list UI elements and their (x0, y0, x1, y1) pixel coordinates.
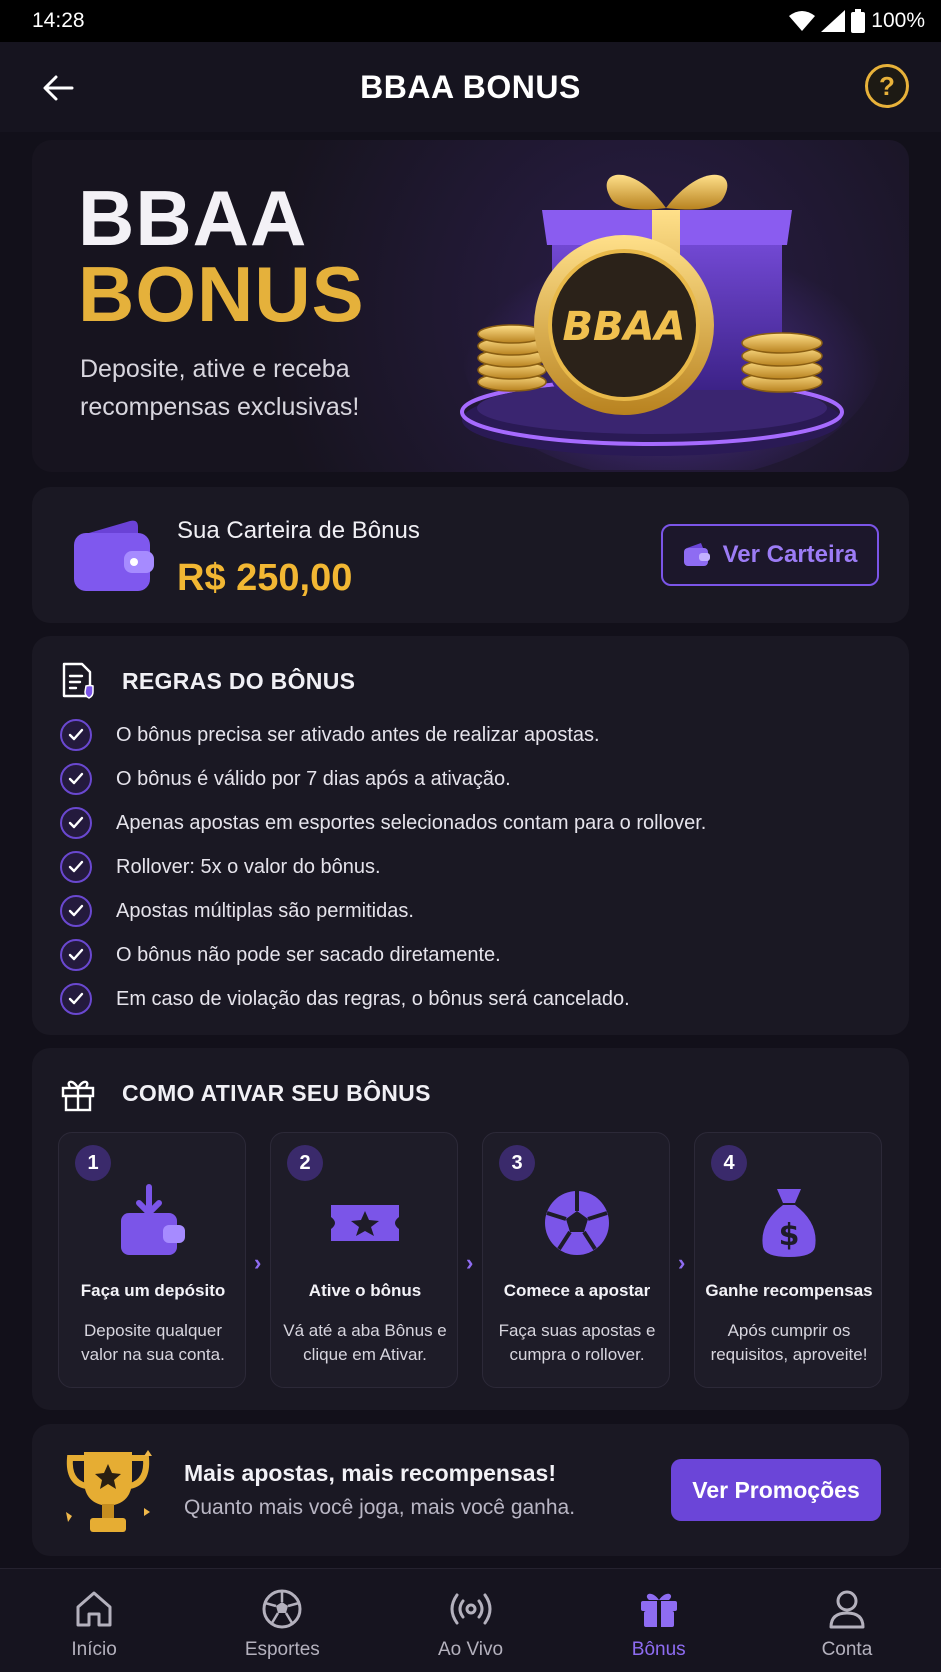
hero-title-line1: BBAA (78, 174, 308, 262)
page-title: BBAA BONUS (360, 68, 581, 105)
rule-item: Apenas apostas em esportes selecionados … (60, 801, 706, 845)
nav-item-sports[interactable]: Esportes (188, 1569, 376, 1672)
view-wallet-button[interactable]: Ver Carteira (661, 524, 879, 586)
chevron-right-icon: › (678, 1250, 686, 1275)
nav-item-bonus[interactable]: Bônus (565, 1569, 753, 1672)
check-icon (60, 719, 92, 751)
svg-text:$: $ (779, 1218, 800, 1253)
hero-title-line2: BONUS (78, 250, 365, 338)
gift-coin-illustration: BBAA (460, 174, 882, 470)
how-to-activate-card: COMO ATIVAR SEU BÔNUS 1 Faça um depósito… (32, 1048, 909, 1410)
money-bag-icon: $ (762, 1189, 816, 1257)
step-number: 4 (711, 1145, 747, 1181)
step-title: Ganhe recompensas (705, 1281, 873, 1300)
nav-label: Conta (821, 1639, 873, 1660)
wallet-card: Sua Carteira de Bônus R$ 250,00 Ver Cart… (32, 487, 909, 623)
step-card-4: 4 $ Ganhe recompensas Após cumprir os re… (694, 1132, 882, 1388)
step-card-2: 2 Ative o bônus Vá até a aba Bônus e cli… (270, 1132, 458, 1388)
promo-subtitle: Quanto mais você joga, mais você ganha. (184, 1496, 576, 1519)
rules-list: O bônus precisa ser ativado antes de rea… (60, 713, 706, 1021)
soccer-ball-icon (262, 1589, 302, 1629)
rule-item: O bônus precisa ser ativado antes de rea… (60, 713, 706, 757)
rule-item: O bônus é válido por 7 dias após a ativa… (60, 757, 706, 801)
promo-card: Mais apostas, mais recompensas! Quanto m… (32, 1424, 909, 1556)
rule-item: Apostas múltiplas são permitidas. (60, 889, 706, 933)
status-bar: 14:28 100% (0, 0, 941, 42)
step-card-3: 3 Comece a apostar Faça suas apostas e c… (482, 1132, 670, 1388)
help-icon: ? (879, 70, 895, 101)
check-icon (60, 851, 92, 883)
step-description: Após cumprir os requisitos, aproveite! (710, 1321, 868, 1364)
battery-icon (851, 9, 866, 33)
nav-label: Esportes (244, 1639, 320, 1660)
step-title: Comece a apostar (503, 1281, 651, 1300)
gift-outline-icon (61, 1080, 95, 1112)
signal-icon (821, 10, 846, 32)
user-icon (829, 1590, 865, 1629)
activate-title: COMO ATIVAR SEU BÔNUS (122, 1080, 431, 1106)
rule-text: Apostas múltiplas são permitidas. (116, 899, 414, 922)
step-description: Deposite qualquer valor na sua conta. (81, 1321, 225, 1364)
wallet-deposit-icon (121, 1184, 185, 1255)
rule-text: Em caso de violação das regras, o bônus … (116, 987, 630, 1010)
nav-label: Ao Vivo (437, 1639, 504, 1660)
wallet-label: Sua Carteira de Bônus (177, 517, 420, 544)
app-header: BBAA BONUS ? (0, 42, 941, 132)
step-number: 2 (287, 1145, 323, 1181)
wallet-balance: R$ 250,00 (177, 557, 353, 599)
wifi-icon (789, 11, 816, 31)
rules-title: REGRAS DO BÔNUS (122, 668, 356, 694)
chevron-right-icon: › (254, 1250, 262, 1275)
check-icon (60, 807, 92, 839)
step-title: Faça um depósito (80, 1281, 226, 1300)
rule-text: O bônus não pode ser sacado diretamente. (116, 943, 501, 966)
hero-subtitle: Deposite, ative e receba recompensas exc… (80, 355, 360, 421)
step-title: Ative o bônus (308, 1281, 422, 1300)
nav-item-home[interactable]: Início (0, 1569, 188, 1672)
rule-text: O bônus é válido por 7 dias após a ativa… (116, 767, 511, 790)
rule-text: Apenas apostas em esportes selecionados … (116, 811, 707, 834)
coin-text: BBAA (563, 304, 686, 350)
bottom-navigation: Início Esportes Ao Vivo Bônus Conta (0, 1568, 941, 1672)
check-icon (60, 939, 92, 971)
battery-percent: 100% (871, 9, 925, 32)
step-description: Faça suas apostas e cumpra o rollover. (498, 1321, 656, 1364)
wallet-small-icon (683, 543, 710, 566)
steps-row: 1 Faça um depósito Deposite qualquer val… (58, 1132, 882, 1388)
hero-banner: BBAA BONUS Deposite, ative e receba reco… (32, 140, 909, 472)
back-arrow-icon[interactable] (40, 70, 76, 106)
view-wallet-label: Ver Carteira (722, 541, 858, 568)
bonus-rules-card: REGRAS DO BÔNUS O bônus precisa ser ativ… (32, 636, 909, 1035)
trophy-icon (66, 1450, 152, 1532)
check-icon (60, 763, 92, 795)
live-broadcast-icon (450, 1593, 491, 1625)
step-description: Vá até a aba Bônus e clique em Ativar. (283, 1321, 447, 1364)
rule-text: Rollover: 5x o valor do bônus. (116, 855, 381, 878)
promo-title: Mais apostas, mais recompensas! (184, 1460, 556, 1486)
rule-text: O bônus precisa ser ativado antes de rea… (116, 723, 600, 746)
status-icons: 100% (789, 9, 925, 33)
nav-item-live[interactable]: Ao Vivo (376, 1569, 564, 1672)
step-card-1: 1 Faça um depósito Deposite qualquer val… (58, 1132, 246, 1388)
step-number: 3 (499, 1145, 535, 1181)
view-promotions-button[interactable]: Ver Promoções (671, 1459, 881, 1521)
help-button[interactable]: ? (865, 64, 909, 108)
nav-item-account[interactable]: Conta (753, 1569, 941, 1672)
rule-item: Em caso de violação das regras, o bônus … (60, 977, 706, 1021)
document-shield-icon (62, 662, 94, 699)
status-time: 14:28 (32, 9, 85, 32)
soccer-ball-icon (545, 1191, 609, 1255)
nav-label: Bônus (631, 1639, 686, 1660)
ticket-star-icon (331, 1205, 399, 1241)
chevron-right-icon: › (466, 1250, 474, 1275)
rule-item: Rollover: 5x o valor do bônus. (60, 845, 706, 889)
home-icon (76, 1591, 112, 1627)
check-icon (60, 983, 92, 1015)
step-number: 1 (75, 1145, 111, 1181)
nav-label: Início (71, 1639, 117, 1660)
check-icon (60, 895, 92, 927)
wallet-icon (74, 520, 154, 591)
rule-item: O bônus não pode ser sacado diretamente. (60, 933, 706, 977)
gift-icon (640, 1593, 677, 1627)
